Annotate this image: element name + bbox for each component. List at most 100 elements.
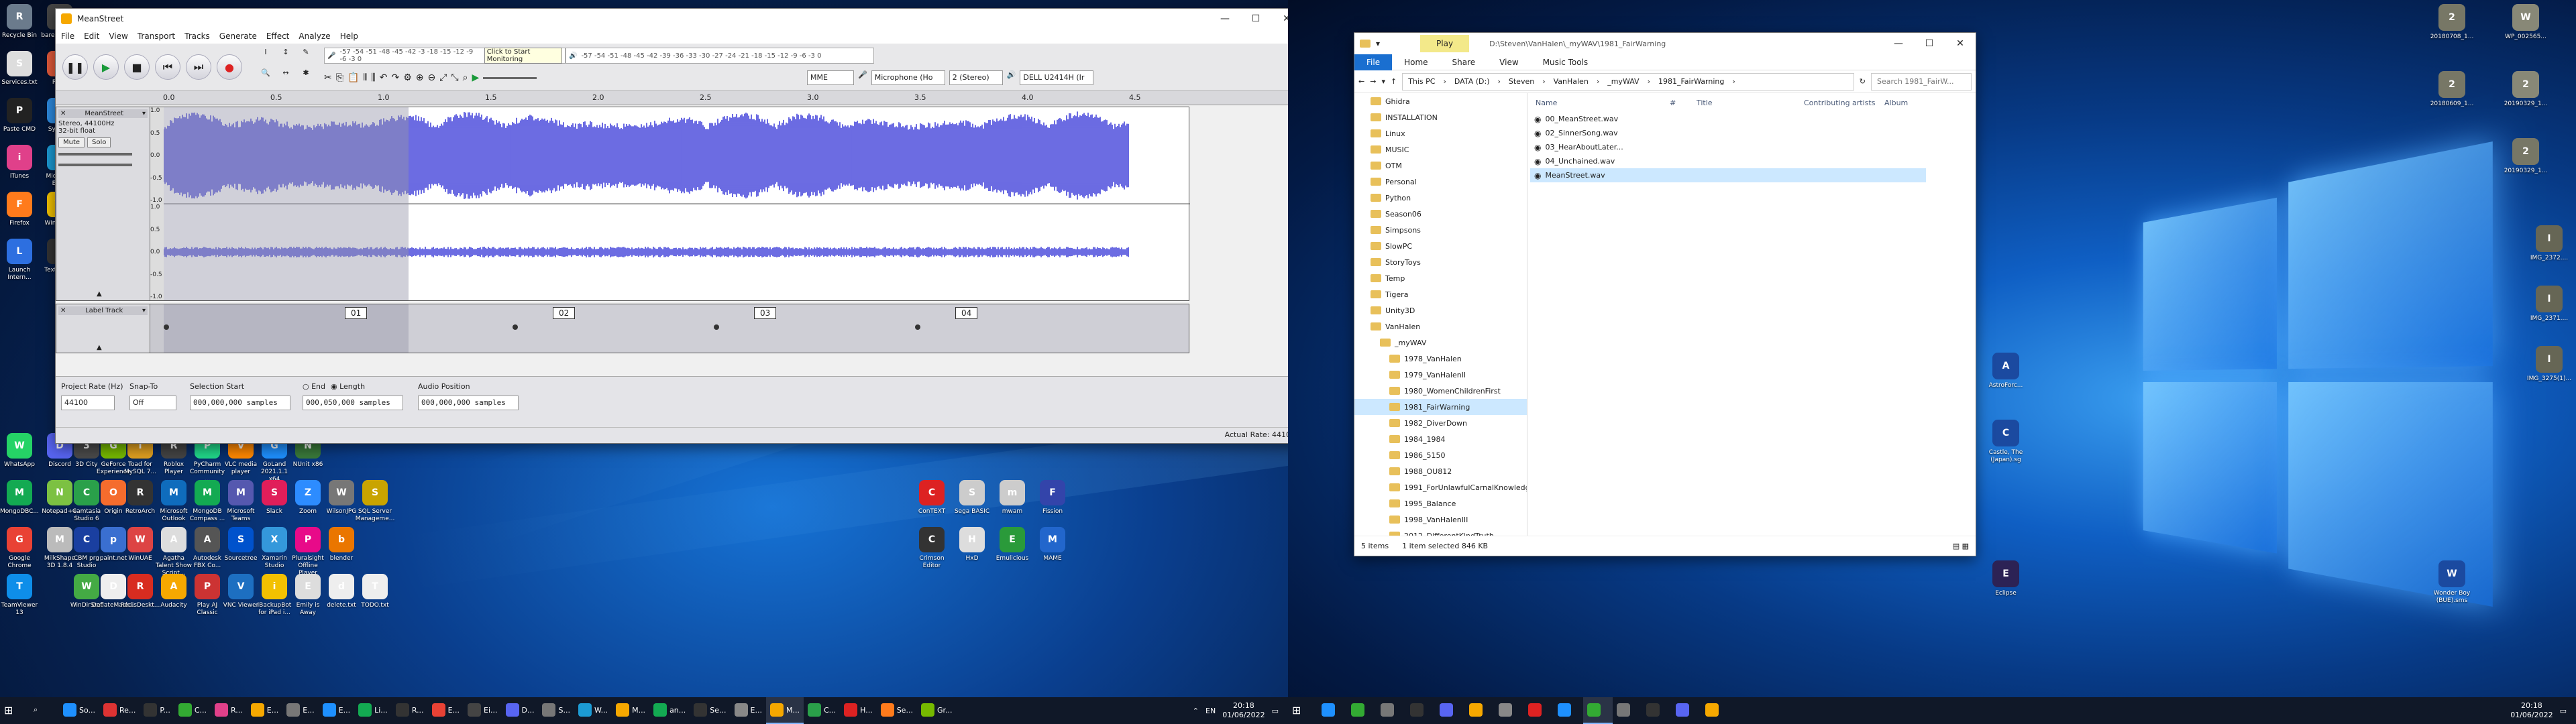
label-area[interactable]: 01 02 03 04 (164, 304, 1189, 353)
length-field[interactable]: 000,050,000 samples (303, 396, 403, 410)
column-header[interactable]: Contributing artists (1799, 99, 1879, 107)
ribbon-tab-home[interactable]: Home (1392, 54, 1440, 70)
nav-folder[interactable]: 1978_VanHalen (1354, 351, 1527, 367)
desktop-icon[interactable]: T TODO.txt (356, 570, 394, 644)
nav-folder[interactable]: 1988_OU812 (1354, 463, 1527, 479)
breadcrumb-item[interactable]: Steven (1509, 77, 1534, 86)
pause-button[interactable]: ❚❚ (62, 54, 88, 80)
explorer-titlebar[interactable]: ▾ Play D:\Steven\VanHalen\_myWAV\1981_Fa… (1354, 33, 1976, 54)
maximize-button[interactable]: ☐ (1914, 34, 1945, 54)
column-header[interactable]: Name (1530, 99, 1664, 107)
track-menu-icon[interactable]: ▾ (142, 307, 146, 314)
file-row[interactable]: ◉ 02_SinnerSong.wav (1530, 126, 1970, 140)
nav-folder[interactable]: OTM (1354, 158, 1527, 174)
nav-folder[interactable]: 1979_VanHalenII (1354, 367, 1527, 383)
navigation-pane[interactable]: Ghidra INSTALLATION Linux MUSIC OTM Personal P… (1354, 93, 1527, 536)
host-select[interactable]: MME (807, 70, 854, 85)
audio-track[interactable]: ✕ MeanStreet ▾ Stereo, 44100Hz 32-bit fl… (56, 107, 1189, 301)
skip-end-button[interactable]: ⏭ (186, 54, 211, 80)
taskbar-app[interactable]: an... (649, 697, 690, 724)
project-rate-select[interactable]: 44100 (61, 396, 115, 410)
desktop-icon[interactable]: T TeamViewer 13 (0, 570, 39, 644)
taskbar-app[interactable]: H... (840, 697, 877, 724)
taskbar-app[interactable]: M... (766, 697, 804, 724)
nav-folder[interactable]: Python (1354, 190, 1527, 206)
selection-start-field[interactable]: 000,000,000 samples (190, 396, 290, 410)
notification-icon[interactable]: ▭ (1272, 707, 1279, 715)
nav-folder[interactable]: VanHalen (1354, 318, 1527, 335)
draw-tool-icon[interactable]: ✎ (297, 48, 315, 66)
start-button[interactable]: ⊞ (1288, 697, 1318, 724)
minimize-button[interactable]: — (1883, 34, 1914, 54)
taskbar-app[interactable]: So... (59, 697, 99, 724)
nav-folder[interactable]: 2012_DifferentKindTruth (1354, 528, 1527, 536)
copy-icon[interactable]: ⎘ (336, 72, 343, 83)
nav-folder[interactable]: Unity3D (1354, 302, 1527, 318)
breadcrumb-item[interactable]: DATA (D:) (1454, 77, 1490, 86)
speed-slider[interactable] (483, 77, 537, 79)
taskbar-app[interactable]: E... (247, 697, 282, 724)
nav-folder[interactable]: Tigera (1354, 286, 1527, 302)
column-header[interactable]: Title (1691, 99, 1799, 107)
nav-folder[interactable]: Ghidra (1354, 93, 1527, 109)
record-meter[interactable]: 🎤 -57 -54 -51 -48 -45 -42 -3 -18 -15 -12… (324, 48, 566, 64)
column-header[interactable]: Album (1879, 99, 1946, 107)
taskbar-app[interactable]: E... (428, 697, 464, 724)
label-marker[interactable] (714, 324, 719, 330)
taskbar-app[interactable] (1465, 697, 1495, 724)
skip-start-button[interactable]: ⏮ (155, 54, 180, 80)
taskbar-app[interactable] (1583, 697, 1613, 724)
nav-folder[interactable]: INSTALLATION (1354, 109, 1527, 125)
nav-folder[interactable]: Temp (1354, 270, 1527, 286)
desktop-icon[interactable]: 2 20180708_1... (2428, 0, 2475, 74)
start-button[interactable]: ⊞ (0, 697, 30, 724)
taskbar-app[interactable]: Ei... (464, 697, 502, 724)
file-row[interactable]: ◉ 04_Unchained.wav (1530, 154, 1970, 168)
taskbar-app[interactable]: D... (502, 697, 539, 724)
nav-folder[interactable]: 1995_Balance (1354, 495, 1527, 511)
label-marker[interactable] (513, 324, 518, 330)
desktop-icon[interactable]: E Eclipse (1982, 556, 2029, 630)
nav-folder[interactable]: StoryToys (1354, 254, 1527, 270)
menu-transport[interactable]: Transport (138, 32, 175, 41)
language-indicator[interactable]: EN (1205, 707, 1216, 715)
collapse-icon[interactable]: ▲ (97, 290, 102, 298)
menu-view[interactable]: View (109, 32, 127, 41)
track-close-icon[interactable]: ✕ (60, 307, 66, 314)
desktop-icon[interactable]: 2 20190329_1... (2502, 67, 2549, 141)
nav-folder[interactable]: MUSIC (1354, 141, 1527, 158)
file-row[interactable]: ◉ 03_HearAboutLater... (1530, 140, 1970, 154)
desktop-icon[interactable]: E Emulicious (993, 523, 1032, 597)
taskbar-app[interactable]: W... (574, 697, 612, 724)
audio-position-field[interactable]: 000,000,000 samples (418, 396, 519, 410)
play-button[interactable]: ▶ (93, 54, 119, 80)
play-at-speed-icon[interactable]: ▶ (472, 72, 479, 83)
label-track[interactable]: ✕ Label Track ▾ ▲ 01 02 03 04 (56, 304, 1189, 353)
undo-icon[interactable]: ↶ (380, 72, 388, 83)
taskbar-app[interactable] (1377, 697, 1406, 724)
mute-button[interactable]: Mute (58, 137, 85, 147)
menu-file[interactable]: File (61, 32, 74, 41)
zoom-out-icon[interactable]: ⊖ (427, 72, 435, 83)
menu-help[interactable]: Help (340, 32, 358, 41)
taskbar-app[interactable]: Gr... (917, 697, 957, 724)
up-icon[interactable]: ↑ (1391, 77, 1397, 86)
nav-folder[interactable]: Linux (1354, 125, 1527, 141)
gain-slider[interactable] (58, 153, 132, 156)
breadcrumb[interactable]: This PC › DATA (D:) › Steven › VanHalen › _myWAV… (1402, 73, 1854, 90)
taskbar-app[interactable]: E... (282, 697, 318, 724)
timeline-ruler[interactable]: 0.0 0.5 1.0 1.5 2.0 2.5 3.0 3.5 4.0 4.5 (56, 90, 1288, 105)
qat-icon[interactable]: ▾ (1376, 39, 1380, 48)
file-row[interactable]: ◉ 00_MeanStreet.wav (1530, 112, 1970, 126)
clock[interactable]: 20:18 01/06/2022 (1222, 701, 1265, 720)
nav-folder[interactable]: 1991_ForUnlawfulCarnalKnowledge (1354, 479, 1527, 495)
output-device-select[interactable]: DELL U2414H (Ir (1020, 70, 1093, 85)
breadcrumb-item[interactable]: 1981_FairWarning (1658, 77, 1724, 86)
taskbar-app[interactable]: P... (140, 697, 174, 724)
stop-button[interactable]: ■ (124, 54, 150, 80)
selection-region[interactable] (164, 107, 409, 300)
timeshift-tool-icon[interactable]: ↔ (277, 68, 294, 86)
refresh-icon[interactable]: ↻ (1860, 77, 1866, 86)
taskbar-app[interactable]: Se... (877, 697, 917, 724)
play-context-tab[interactable]: Play (1420, 35, 1469, 52)
